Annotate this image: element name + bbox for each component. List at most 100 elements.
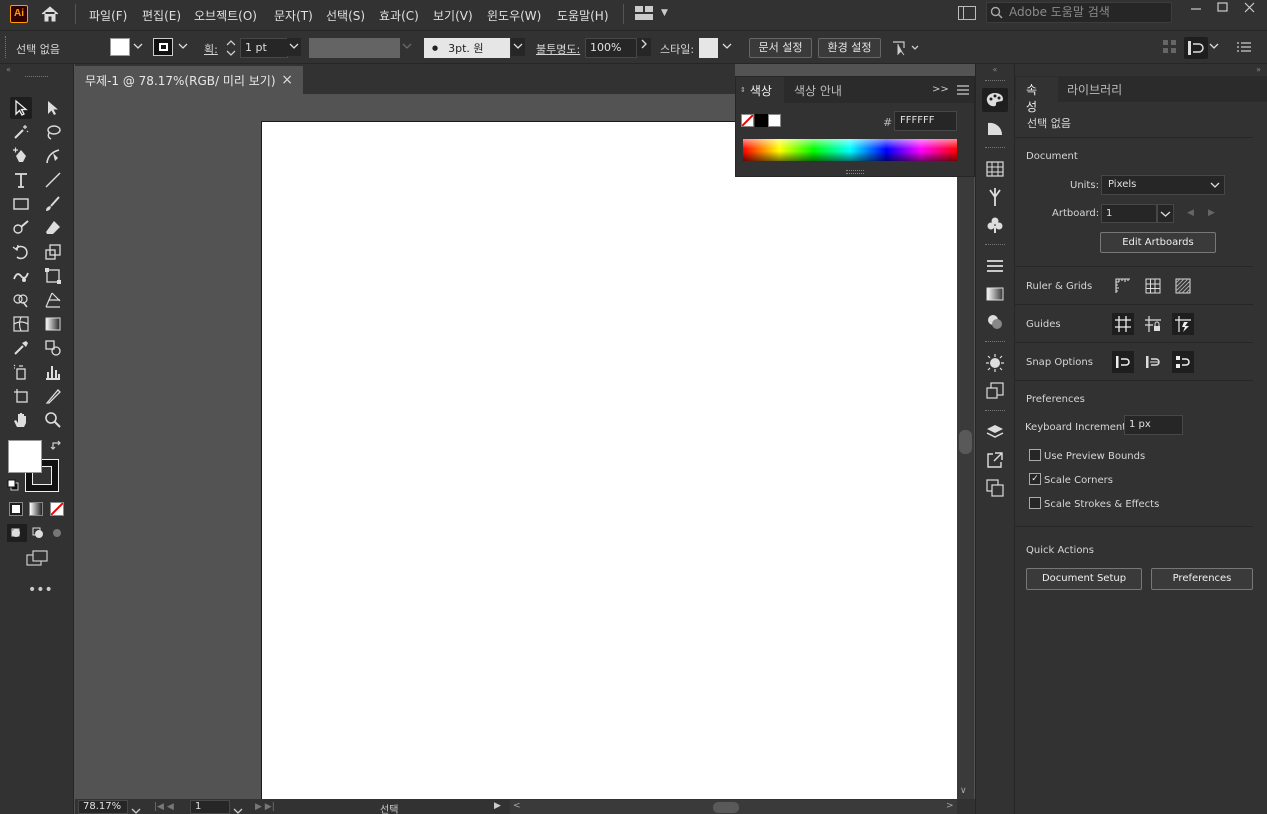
show-guides-icon[interactable] <box>1112 313 1134 335</box>
scale-corners-checkbox[interactable]: ✓ <box>1029 473 1041 485</box>
color-none-swatch[interactable] <box>741 114 754 127</box>
mesh-tool-icon[interactable] <box>10 313 32 335</box>
menu-window[interactable]: 윈도우(W) <box>487 7 541 24</box>
artboard-canvas[interactable] <box>261 121 958 801</box>
artboard-nav-input[interactable]: 1 <box>190 800 230 814</box>
style-dropdown[interactable] <box>720 38 734 56</box>
hand-tool-icon[interactable] <box>10 409 32 431</box>
graphic-styles-icon[interactable] <box>985 381 1005 401</box>
color-guide-icon[interactable] <box>985 118 1005 138</box>
keyboard-increment-input[interactable]: 1 px <box>1124 415 1183 435</box>
blend-tool-icon[interactable] <box>42 337 64 359</box>
edit-artboards-button[interactable]: Edit Artboards <box>1100 232 1216 253</box>
fill-color-box[interactable] <box>8 440 42 473</box>
stroke-weight-dropdown[interactable] <box>287 38 301 56</box>
appearance-icon[interactable] <box>985 353 1005 373</box>
stroke-weight-input[interactable]: 1 pt <box>240 38 288 58</box>
workspace-switcher-icon[interactable]: ▼ <box>635 6 668 20</box>
snap-to-pixel-icon[interactable] <box>1172 351 1194 373</box>
none-mode-icon[interactable] <box>50 502 64 516</box>
properties-tab[interactable]: 속성 <box>1016 77 1058 114</box>
control-menu-icon[interactable] <box>1237 41 1251 56</box>
lock-guides-icon[interactable] <box>1142 313 1164 335</box>
libraries-tab[interactable]: 라이브러리 <box>1067 81 1122 98</box>
layers-icon[interactable] <box>985 422 1005 442</box>
grid-icon[interactable] <box>1142 275 1164 297</box>
vertical-scroll-thumb[interactable] <box>959 430 972 454</box>
default-colors-icon[interactable] <box>7 479 19 494</box>
preferences-button[interactable]: 환경 설정 <box>818 38 881 58</box>
brush-dropdown[interactable] <box>511 38 525 56</box>
rotate-tool-icon[interactable] <box>10 241 32 263</box>
quick-preferences-button[interactable]: Preferences <box>1151 568 1253 590</box>
menu-select[interactable]: 선택(S) <box>326 7 365 24</box>
scale-tool-icon[interactable] <box>42 241 64 263</box>
snap-to-point-icon[interactable] <box>1112 351 1134 373</box>
artboard-nav-dropdown[interactable] <box>233 804 243 814</box>
close-window-button[interactable] <box>1233 0 1267 16</box>
artboards-panel-icon[interactable] <box>985 478 1005 498</box>
help-search-input[interactable]: Adobe 도움말 검색 <box>986 2 1172 23</box>
swap-colors-icon[interactable] <box>50 439 64 454</box>
scroll-right-icon[interactable]: > <box>946 801 954 811</box>
eraser-icon[interactable] <box>42 217 64 239</box>
fill-dropdown[interactable] <box>131 38 145 56</box>
dock-collapse-icon[interactable]: « <box>976 64 1014 76</box>
color-guide-tab[interactable]: 색상 안내 <box>794 82 842 99</box>
swatches-icon[interactable] <box>985 159 1005 179</box>
transparency-grid-icon[interactable] <box>1172 275 1194 297</box>
magic-wand-icon[interactable] <box>10 121 32 143</box>
artboard-tool-icon[interactable] <box>10 385 32 407</box>
menu-edit[interactable]: 편집(E) <box>142 7 181 24</box>
transparency-icon[interactable] <box>985 312 1005 332</box>
home-icon[interactable] <box>40 5 60 23</box>
symbol-sprayer-icon[interactable] <box>10 361 32 383</box>
smart-guides-icon[interactable] <box>1172 313 1194 335</box>
first-artboard-icon[interactable]: |◀ ◀ <box>154 802 174 812</box>
zoom-tool-icon[interactable] <box>42 409 64 431</box>
gradient-tool-icon[interactable] <box>42 313 64 335</box>
rectangle-tool-icon[interactable] <box>10 193 32 215</box>
fill-swatch[interactable] <box>110 38 130 56</box>
panel-expand-icon[interactable]: >> <box>932 84 949 95</box>
paintbrush-icon[interactable] <box>42 193 64 215</box>
scale-strokes-checkbox[interactable] <box>1029 497 1041 509</box>
shape-builder-icon[interactable] <box>10 289 32 311</box>
toolbar-collapse-icon[interactable]: « <box>0 64 73 76</box>
document-setup-button[interactable]: 문서 설정 <box>749 38 812 58</box>
snap-dropdown[interactable] <box>1207 38 1221 56</box>
selection-tool-icon[interactable] <box>10 97 32 119</box>
stroke-panel-icon[interactable] <box>985 256 1005 276</box>
draw-inside-icon[interactable] <box>48 524 66 542</box>
opacity-label[interactable]: 불투명도: <box>536 41 580 57</box>
perspective-grid-icon[interactable] <box>42 289 64 311</box>
quick-document-setup-button[interactable]: Document Setup <box>1026 568 1142 590</box>
screen-mode-icon[interactable] <box>26 549 48 570</box>
gradient-panel-icon[interactable] <box>985 284 1005 304</box>
style-swatch[interactable] <box>699 38 718 58</box>
opacity-arrow[interactable] <box>637 38 651 56</box>
export-icon[interactable] <box>985 450 1005 470</box>
symbols-icon[interactable] <box>985 215 1005 235</box>
zoom-level-input[interactable]: 78.17% <box>78 800 128 814</box>
warp-tool-icon[interactable] <box>10 265 32 287</box>
scroll-down-icon[interactable]: ∨ <box>960 786 967 796</box>
eyedropper-icon[interactable] <box>10 337 32 359</box>
color-palette-icon[interactable] <box>982 88 1008 112</box>
props-collapse-icon[interactable]: » <box>1015 64 1267 76</box>
units-select[interactable]: Pixels <box>1101 175 1225 195</box>
profile-dropdown[interactable] <box>400 38 414 56</box>
curvature-tool-icon[interactable] <box>42 145 64 167</box>
horizontal-scroll-thumb[interactable] <box>713 802 739 813</box>
color-panel-grip[interactable] <box>846 170 864 174</box>
last-artboard-icon[interactable]: ▶ ▶| <box>255 802 275 812</box>
lasso-icon[interactable] <box>42 121 64 143</box>
variable-width-profile[interactable] <box>309 38 400 58</box>
artboard-select-dropdown[interactable] <box>1157 204 1174 223</box>
line-tool-icon[interactable] <box>42 169 64 191</box>
snap-pixel-icon[interactable] <box>1184 37 1208 59</box>
pen-tool-icon[interactable] <box>10 145 32 167</box>
slice-tool-icon[interactable] <box>42 385 64 407</box>
menu-object[interactable]: 오브젝트(O) <box>194 7 257 24</box>
snap-to-glyph-icon[interactable] <box>1142 351 1164 373</box>
